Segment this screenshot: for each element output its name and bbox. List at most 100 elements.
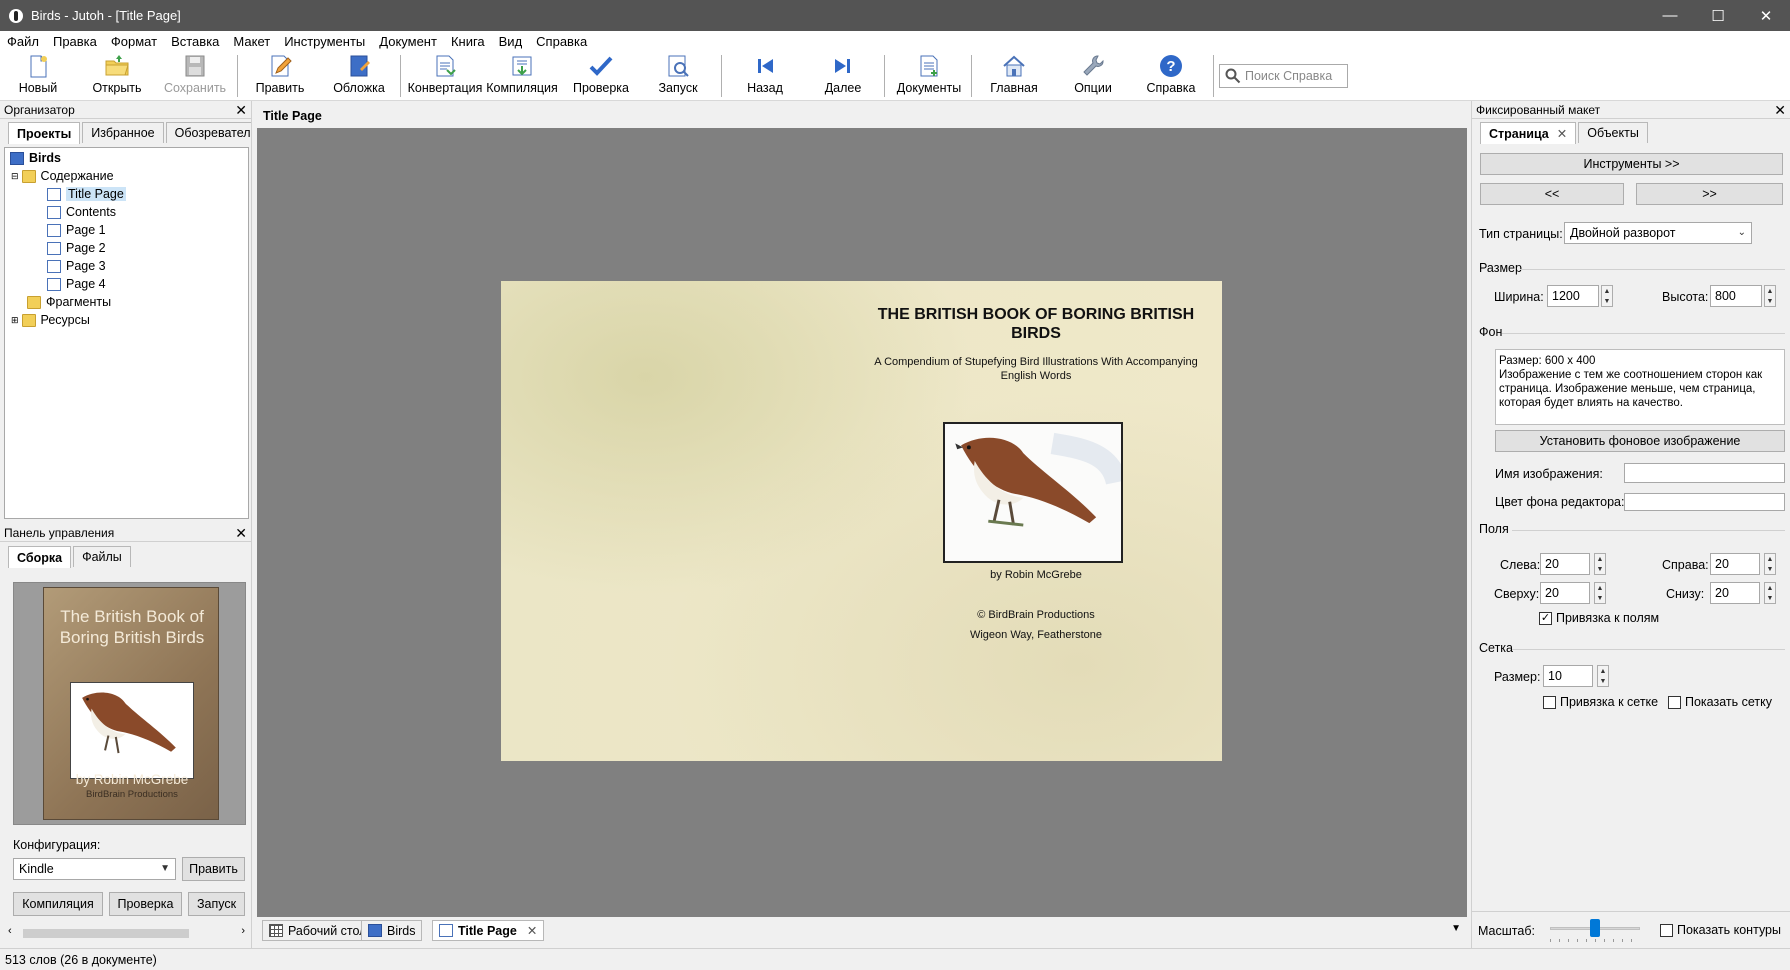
snap-to-grid-checkbox[interactable]: Привязка к сетке: [1543, 695, 1658, 709]
show-grid-checkbox[interactable]: Показать сетку: [1668, 695, 1772, 709]
doc-tab-desktop[interactable]: Рабочий стол: [262, 920, 374, 941]
page-copyright[interactable]: © BirdBrain Productions: [866, 609, 1206, 621]
page-author[interactable]: by Robin McGrebe: [866, 569, 1206, 581]
snap-to-margins-checkbox[interactable]: ✓ Привязка к полям: [1539, 611, 1659, 625]
set-background-button[interactable]: Установить фоновое изображение: [1495, 430, 1785, 452]
menu-book[interactable]: Книга: [444, 34, 492, 49]
page-bird-image[interactable]: [943, 422, 1123, 563]
bottom-margin-input[interactable]: 20: [1710, 582, 1760, 604]
top-margin-input[interactable]: 20: [1540, 582, 1590, 604]
zoom-slider[interactable]: [1550, 919, 1640, 943]
options-button[interactable]: Опции: [1055, 53, 1131, 99]
menu-document[interactable]: Документ: [372, 34, 444, 49]
close-button[interactable]: ✕: [1743, 0, 1789, 31]
next-page-button[interactable]: >>: [1636, 183, 1783, 205]
right-splitter[interactable]: [1467, 101, 1472, 948]
height-stepper[interactable]: ▲ ▼: [1764, 285, 1776, 307]
expand-icon[interactable]: ⊞: [11, 315, 19, 326]
collapse-icon[interactable]: ⊟: [11, 171, 19, 182]
fixed-layout-close-icon[interactable]: ✕: [1774, 101, 1786, 119]
show-outlines-checkbox[interactable]: Показать контуры: [1660, 923, 1781, 937]
menu-insert[interactable]: Вставка: [164, 34, 226, 49]
slider-thumb[interactable]: [1590, 919, 1600, 937]
forward-button[interactable]: Далее: [805, 53, 881, 99]
tree-item-page-3[interactable]: Page 3: [47, 257, 106, 275]
menu-format[interactable]: Формат: [104, 34, 164, 49]
menu-layout[interactable]: Макет: [226, 34, 277, 49]
page-type-select[interactable]: Двойной разворот ⌄: [1564, 222, 1752, 244]
launch-action-button[interactable]: Запуск: [188, 892, 245, 916]
configuration-select[interactable]: Kindle ▼: [13, 858, 176, 880]
right-margin-input[interactable]: 20: [1710, 553, 1760, 575]
compile-action-button[interactable]: Компиляция: [13, 892, 103, 916]
grid-size-stepper[interactable]: ▲ ▼: [1597, 665, 1609, 687]
tab-objects[interactable]: Объекты: [1578, 122, 1648, 143]
help-button[interactable]: ? Справка: [1133, 53, 1209, 99]
home-button[interactable]: Главная: [976, 53, 1052, 99]
tab-list-chevron-down-icon[interactable]: ▼: [1451, 923, 1461, 934]
tree-item-page-2[interactable]: Page 2: [47, 239, 106, 257]
doc-tab-title-page[interactable]: Title Page ✕: [432, 920, 545, 941]
maximize-button[interactable]: ☐: [1695, 0, 1741, 31]
menu-file[interactable]: Файл: [0, 34, 46, 49]
grid-size-input[interactable]: 10: [1543, 665, 1593, 687]
top-margin-stepper[interactable]: ▲ ▼: [1594, 582, 1606, 604]
menu-help[interactable]: Справка: [529, 34, 594, 49]
left-splitter[interactable]: [251, 101, 257, 948]
menu-tools[interactable]: Инструменты: [277, 34, 372, 49]
tree-item-resources[interactable]: ⊞ Ресурсы: [11, 311, 90, 329]
launch-button[interactable]: Запуск: [640, 53, 716, 99]
width-input[interactable]: 1200: [1547, 285, 1599, 307]
width-stepper[interactable]: ▲ ▼: [1601, 285, 1613, 307]
doc-tab-birds[interactable]: Birds: [361, 920, 423, 941]
page-title[interactable]: THE BRITISH BOOK OF BORING BRITISH BIRDS: [866, 305, 1206, 343]
check-action-button[interactable]: Проверка: [109, 892, 182, 916]
new-button[interactable]: Новый: [0, 53, 76, 99]
minimize-button[interactable]: —: [1647, 0, 1693, 31]
bottom-margin-stepper[interactable]: ▲ ▼: [1764, 582, 1776, 604]
documents-button[interactable]: Документы: [891, 53, 967, 99]
menu-edit[interactable]: Правка: [46, 34, 104, 49]
horizontal-scrollbar[interactable]: ‹ ›: [5, 925, 248, 941]
right-margin-stepper[interactable]: ▲ ▼: [1764, 553, 1776, 575]
compile-button[interactable]: Компиляция: [484, 53, 560, 99]
check-button[interactable]: Проверка: [563, 53, 639, 99]
tree-item-root[interactable]: Birds: [10, 149, 61, 167]
tree-item-title-page[interactable]: Title Page: [47, 185, 126, 203]
tree-item-page-4[interactable]: Page 4: [47, 275, 106, 293]
tree-item-page-1[interactable]: Page 1: [47, 221, 106, 239]
page-address[interactable]: Wigeon Way, Featherstone: [866, 629, 1206, 641]
tab-build[interactable]: Сборка: [8, 546, 72, 568]
save-button[interactable]: Сохранить: [157, 53, 233, 99]
tab-page[interactable]: Страница ✕: [1480, 122, 1577, 144]
height-input[interactable]: 800: [1710, 285, 1762, 307]
scroll-right-icon[interactable]: ›: [241, 925, 245, 937]
help-search-input[interactable]: Поиск Справка: [1219, 64, 1348, 88]
layout-canvas[interactable]: THE BRITISH BOOK OF BORING BRITISH BIRDS…: [257, 128, 1467, 917]
scroll-left-icon[interactable]: ‹: [8, 925, 12, 937]
tree-item-fragments[interactable]: Фрагменты: [27, 293, 111, 311]
edit-button[interactable]: Править: [242, 53, 318, 99]
tab-favorites[interactable]: Избранное: [82, 122, 164, 143]
convert-button[interactable]: Конвертация: [407, 53, 483, 99]
close-tab-icon[interactable]: ✕: [1557, 126, 1567, 141]
tools-button[interactable]: Инструменты >>: [1480, 153, 1783, 175]
back-button[interactable]: Назад: [727, 53, 803, 99]
tab-projects[interactable]: Проекты: [8, 122, 81, 144]
tab-files[interactable]: Файлы: [73, 546, 131, 567]
image-name-input[interactable]: [1624, 463, 1785, 483]
organizer-close-icon[interactable]: ✕: [235, 101, 247, 119]
previous-page-button[interactable]: <<: [1480, 183, 1624, 205]
scrollbar-thumb[interactable]: [23, 929, 189, 938]
tree-item-contents[interactable]: Contents: [47, 203, 116, 221]
control-panel-close-icon[interactable]: ✕: [235, 524, 247, 542]
page-spread[interactable]: THE BRITISH BOOK OF BORING BRITISH BIRDS…: [501, 281, 1222, 761]
left-margin-stepper[interactable]: ▲ ▼: [1594, 553, 1606, 575]
left-margin-input[interactable]: 20: [1540, 553, 1590, 575]
tree-item-content[interactable]: ⊟ Содержание: [11, 167, 114, 185]
page-subtitle[interactable]: A Compendium of Stupefying Bird Illustra…: [866, 355, 1206, 383]
configuration-edit-button[interactable]: Править: [182, 857, 245, 881]
close-tab-icon[interactable]: ✕: [527, 923, 537, 938]
open-button[interactable]: Открыть: [79, 53, 155, 99]
editor-bg-color-input[interactable]: [1624, 493, 1785, 511]
